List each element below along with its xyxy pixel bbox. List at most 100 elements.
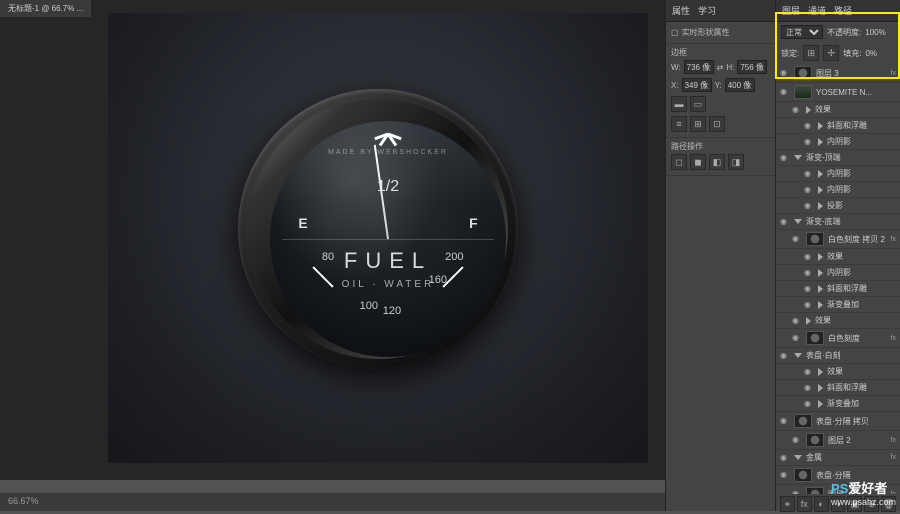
- layer-item[interactable]: 斜面和浮雕: [776, 118, 900, 134]
- x-input[interactable]: [682, 78, 712, 92]
- fill-icon[interactable]: ▭: [690, 96, 706, 112]
- stroke-icon[interactable]: ▬: [671, 96, 687, 112]
- layer-item[interactable]: 表盘·分隔 拷贝: [776, 412, 900, 431]
- fx-badge[interactable]: fx: [891, 454, 896, 461]
- folder-arrow-icon[interactable]: [794, 219, 802, 224]
- visibility-icon[interactable]: [780, 87, 790, 97]
- properties-tabs[interactable]: 属性 学习: [666, 0, 775, 22]
- visibility-icon[interactable]: [804, 383, 814, 393]
- document-tab[interactable]: 无标题-1 @ 66.7% ...: [0, 0, 91, 17]
- layer-item[interactable]: 渐变叠加: [776, 297, 900, 313]
- visibility-icon[interactable]: [792, 333, 802, 343]
- fill-value[interactable]: 0%: [865, 49, 877, 58]
- layer-item[interactable]: 内阴影: [776, 166, 900, 182]
- layer-item[interactable]: 图层 2fx: [776, 431, 900, 450]
- tab-paths[interactable]: 路径: [834, 4, 852, 17]
- align2-icon[interactable]: ⊞: [690, 116, 706, 132]
- properties-panel[interactable]: 属性 学习 ▢实时形状属性 边框 W:⇄H: X:Y: ▬▭ ≡⊞⊡ 路径操作 …: [665, 0, 775, 511]
- visibility-icon[interactable]: [780, 351, 790, 361]
- layer-item[interactable]: 内阴影: [776, 134, 900, 150]
- visibility-icon[interactable]: [792, 234, 802, 244]
- layer-item[interactable]: 白色刻度fx: [776, 329, 900, 348]
- layer-item[interactable]: 金属fx: [776, 450, 900, 466]
- layer-item[interactable]: 渐变叠加: [776, 396, 900, 412]
- visibility-icon[interactable]: [792, 489, 802, 494]
- fx-badge[interactable]: fx: [891, 335, 896, 342]
- lock-pixels-icon[interactable]: ⊞: [803, 45, 819, 61]
- effect-arrow-icon: [818, 170, 823, 178]
- visibility-icon[interactable]: [780, 68, 790, 78]
- fx-icon[interactable]: fx: [797, 496, 812, 512]
- layer-thumb: [806, 232, 824, 246]
- layer-name: 内阴影: [827, 136, 851, 147]
- tab-properties[interactable]: 属性: [672, 4, 690, 17]
- layers-tabs[interactable]: 图层 通道 路径: [776, 0, 900, 22]
- visibility-icon[interactable]: [792, 316, 802, 326]
- effect-arrow-icon: [818, 368, 823, 376]
- layers-list[interactable]: 图层 3fxYOSEMITE N...效果斜面和浮雕内阴影渐变-顶端内阴影内阴影…: [776, 64, 900, 494]
- align-icon[interactable]: ≡: [671, 116, 687, 132]
- visibility-icon[interactable]: [804, 284, 814, 294]
- fx-badge[interactable]: fx: [891, 70, 896, 77]
- visibility-icon[interactable]: [804, 367, 814, 377]
- tab-layers[interactable]: 图层: [782, 4, 800, 17]
- layer-item[interactable]: 渐变-底端: [776, 214, 900, 230]
- layer-item[interactable]: 白色刻度 拷贝 2fx: [776, 230, 900, 249]
- layer-item[interactable]: 投影: [776, 198, 900, 214]
- layer-item[interactable]: 图层 3fx: [776, 64, 900, 83]
- pathop2-icon[interactable]: ◼: [690, 154, 706, 170]
- visibility-icon[interactable]: [804, 121, 814, 131]
- layer-item[interactable]: 效果: [776, 364, 900, 380]
- width-input[interactable]: [684, 60, 714, 74]
- layer-item[interactable]: 效果: [776, 102, 900, 118]
- fx-badge[interactable]: fx: [891, 236, 896, 243]
- mask-icon[interactable]: ◐: [814, 496, 829, 512]
- effect-arrow-icon: [806, 106, 811, 114]
- pathop3-icon[interactable]: ◧: [709, 154, 725, 170]
- layer-item[interactable]: 效果: [776, 249, 900, 265]
- layer-item[interactable]: 效果: [776, 313, 900, 329]
- fx-badge[interactable]: fx: [891, 437, 896, 444]
- link-icon[interactable]: ⚭: [780, 496, 795, 512]
- glass-highlight: [270, 121, 506, 357]
- pathop4-icon[interactable]: ◨: [728, 154, 744, 170]
- layer-item[interactable]: 表盘·白刻: [776, 348, 900, 364]
- align3-icon[interactable]: ⊡: [709, 116, 725, 132]
- visibility-icon[interactable]: [804, 169, 814, 179]
- visibility-icon[interactable]: [804, 252, 814, 262]
- visibility-icon[interactable]: [804, 268, 814, 278]
- lock-pos-icon[interactable]: ✢: [823, 45, 839, 61]
- visibility-icon[interactable]: [780, 153, 790, 163]
- gauge-outer-ring: MADE BY WEBSHOCKER 1/2 E F FUEL OIL · WA…: [238, 89, 518, 369]
- visibility-icon[interactable]: [804, 399, 814, 409]
- layer-item[interactable]: 内阴影: [776, 182, 900, 198]
- canvas[interactable]: MADE BY WEBSHOCKER 1/2 E F FUEL OIL · WA…: [108, 13, 648, 463]
- y-input[interactable]: [725, 78, 755, 92]
- height-input[interactable]: [737, 60, 767, 74]
- blend-mode-select[interactable]: 正常: [781, 25, 823, 39]
- visibility-icon[interactable]: [780, 453, 790, 463]
- visibility-icon[interactable]: [804, 137, 814, 147]
- visibility-icon[interactable]: [792, 435, 802, 445]
- visibility-icon[interactable]: [780, 217, 790, 227]
- layer-item[interactable]: 渐变-顶端: [776, 150, 900, 166]
- visibility-icon[interactable]: [804, 201, 814, 211]
- pathop1-icon[interactable]: ◻: [671, 154, 687, 170]
- visibility-icon[interactable]: [792, 105, 802, 115]
- layers-panel[interactable]: 图层 通道 路径 正常 不透明度: 100% 锁定: ⊞ ✢ 填充: 0% 图层…: [775, 0, 900, 511]
- folder-arrow-icon[interactable]: [794, 353, 802, 358]
- folder-arrow-icon[interactable]: [794, 155, 802, 160]
- opacity-value[interactable]: 100%: [865, 28, 885, 37]
- tab-learn[interactable]: 学习: [698, 4, 716, 17]
- layer-item[interactable]: 内阴影: [776, 265, 900, 281]
- visibility-icon[interactable]: [804, 185, 814, 195]
- layer-name: 内阴影: [827, 267, 851, 278]
- visibility-icon[interactable]: [780, 470, 790, 480]
- visibility-icon[interactable]: [804, 300, 814, 310]
- layer-item[interactable]: YOSEMITE N...: [776, 83, 900, 102]
- folder-arrow-icon[interactable]: [794, 455, 802, 460]
- layer-item[interactable]: 斜面和浮雕: [776, 281, 900, 297]
- layer-item[interactable]: 斜面和浮雕: [776, 380, 900, 396]
- visibility-icon[interactable]: [780, 416, 790, 426]
- tab-channels[interactable]: 通道: [808, 4, 826, 17]
